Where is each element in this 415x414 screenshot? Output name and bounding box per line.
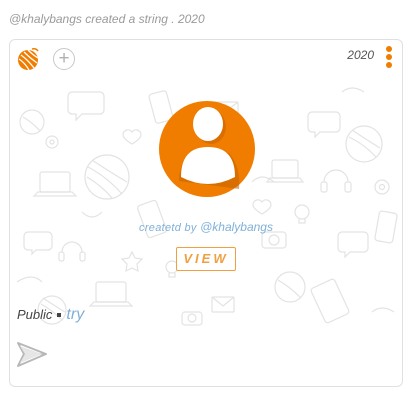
laptop-doodle-icon [32,171,78,197]
kebab-menu-icon[interactable] [385,46,393,72]
creator-link[interactable]: @khalybangs [200,220,273,234]
visibility-label: Public [17,307,53,322]
laptop-doodle-icon [88,281,134,307]
chat-bubble-doodle-icon [67,91,105,122]
yarn-ball-icon[interactable] [16,47,40,71]
tag-link[interactable]: try [66,306,84,323]
gear-doodle-icon [45,135,59,149]
view-button[interactable]: VIEW [176,247,236,271]
visibility-row: Public try [17,306,84,324]
user-avatar-icon[interactable] [159,101,255,197]
created-by-prefix: createtd by [139,222,197,234]
card-year: 2020 [347,48,374,62]
headphones-doodle-icon [58,241,86,262]
heart-doodle-icon [252,199,272,215]
envelope-doodle-icon [211,296,235,313]
star-doodle-icon [120,250,144,273]
chat-bubble-doodle-icon [307,111,341,139]
laptop-doodle-icon [265,159,305,183]
chat-bubble-doodle-icon [23,231,53,256]
yarn-doodle-icon [19,109,45,135]
camera-doodle-icon [181,311,203,326]
camera-doodle-icon [261,231,287,249]
separator-dot [57,313,62,318]
phone-doodle-icon [310,278,350,324]
yarn-doodle-icon [84,154,130,200]
send-icon[interactable] [16,340,48,368]
yarn-doodle-icon [274,271,306,303]
created-by-line: createtd by @khalybangs [10,220,402,234]
card-header: + 2020 [10,40,402,80]
gear-doodle-icon [374,179,390,195]
yarn-doodle-icon [345,125,383,163]
heart-doodle-icon [122,129,142,145]
string-card: + 2020 createtd by @khalybangs VIEW Publ… [9,39,403,387]
activity-headline: @khalybangs created a string . 2020 [9,12,205,26]
add-button[interactable]: + [53,48,75,70]
headphones-doodle-icon [320,169,352,193]
chat-bubble-doodle-icon [337,231,369,259]
